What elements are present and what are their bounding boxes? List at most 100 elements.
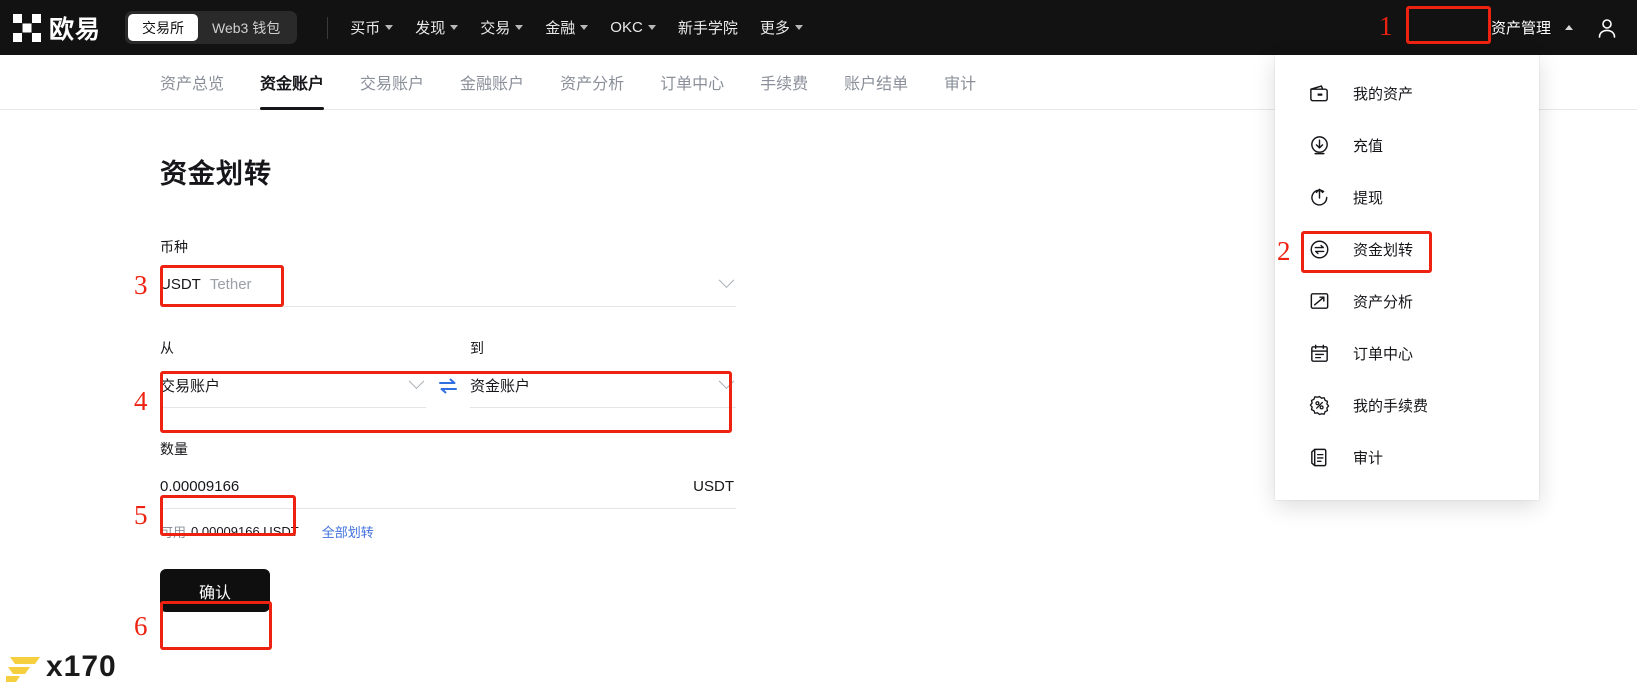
dropdown-label: 审计 <box>1353 447 1383 468</box>
main-nav: 买币 发现 交易 金融 OKC 新手学院 更多 <box>350 17 803 38</box>
amount-label: 数量 <box>160 439 736 459</box>
dropdown-label: 充值 <box>1353 135 1383 156</box>
analytics-chart-icon <box>1308 290 1331 313</box>
nav-item-trade[interactable]: 交易 <box>480 17 523 38</box>
account-labels: 从 到 <box>160 338 736 364</box>
transfer-swap-icon <box>1308 238 1331 261</box>
dropdown-item-withdraw[interactable]: 提现 <box>1275 171 1539 223</box>
currency-field[interactable]: USDT Tether <box>160 263 736 307</box>
tab-audit[interactable]: 审计 <box>944 55 976 110</box>
wallet-icon <box>1308 82 1331 105</box>
dropdown-item-asset-analysis[interactable]: 资产分析 <box>1275 275 1539 327</box>
transfer-form: 资金划转 币种 USDT Tether 从 到 <box>160 110 736 612</box>
asset-management-dropdown: 我的资产 充值 提现 资金划转 <box>1275 55 1539 500</box>
segment-web3-wallet[interactable]: Web3 钱包 <box>198 14 294 41</box>
segment-exchange[interactable]: 交易所 <box>128 14 198 41</box>
amount-group: 数量 0.00009166 USDT 可用 0.00009166 USDT 全部… <box>160 439 736 541</box>
from-label: 从 <box>160 338 470 358</box>
nav-label: 新手学院 <box>678 17 738 38</box>
available-value: 0.00009166 USDT <box>191 524 299 539</box>
nav-label: OKC <box>610 19 643 36</box>
watermark-text: x170 <box>46 650 117 684</box>
chevron-down-icon <box>385 25 393 30</box>
user-icon[interactable] <box>1595 16 1619 40</box>
available-label: 可用 <box>160 522 186 541</box>
chevron-down-icon <box>515 25 523 30</box>
nav-label: 交易 <box>480 17 510 38</box>
to-col: 资金账户 <box>470 364 736 408</box>
dropdown-item-audit[interactable]: 审计 <box>1275 431 1539 483</box>
amount-suffix: USDT <box>693 478 734 495</box>
confirm-button[interactable]: 确认 <box>160 569 270 612</box>
nav-item-okc[interactable]: OKC <box>610 19 656 36</box>
order-calendar-icon <box>1308 342 1331 365</box>
from-col: 交易账户 <box>160 364 426 408</box>
tab-account-statement[interactable]: 账户结单 <box>844 55 908 110</box>
chevron-down-icon <box>580 25 588 30</box>
chevron-down-icon <box>719 272 735 288</box>
dropdown-label: 我的手续费 <box>1353 395 1428 416</box>
from-account-select[interactable]: 交易账户 <box>160 364 426 408</box>
currency-group: 币种 USDT Tether <box>160 237 736 307</box>
tab-asset-analysis[interactable]: 资产分析 <box>560 55 624 110</box>
tab-funding-account[interactable]: 资金账户 <box>260 55 324 110</box>
nav-label: 发现 <box>415 17 445 38</box>
from-account-value: 交易账户 <box>160 375 220 396</box>
dropdown-item-fund-transfer[interactable]: 资金划转 <box>1275 223 1539 275</box>
annotation-number-6: 6 <box>134 613 148 640</box>
nav-item-academy[interactable]: 新手学院 <box>678 17 738 38</box>
watermark-f-logo-icon <box>6 651 44 683</box>
tab-trading-account[interactable]: 交易账户 <box>360 55 424 110</box>
dropdown-label: 订单中心 <box>1353 343 1413 364</box>
swap-accounts-button[interactable] <box>426 364 470 408</box>
currency-value: USDT <box>160 276 201 293</box>
brand-logo[interactable]: 欧易 <box>12 10 101 46</box>
product-segmented-control: 交易所 Web3 钱包 <box>125 11 297 44</box>
nav-label: 买币 <box>350 17 380 38</box>
amount-value: 0.00009166 <box>160 478 239 495</box>
chevron-down-icon <box>795 25 803 30</box>
currency-fullname: Tether <box>210 276 252 293</box>
dropdown-item-my-fees[interactable]: 我的手续费 <box>1275 379 1539 431</box>
to-account-select[interactable]: 资金账户 <box>470 364 736 408</box>
account-row: 交易账户 资金账户 <box>160 364 736 408</box>
chevron-down-icon <box>719 373 735 389</box>
dropdown-label: 提现 <box>1353 187 1383 208</box>
tab-asset-overview[interactable]: 资产总览 <box>160 55 224 110</box>
transfer-all-link[interactable]: 全部划转 <box>322 522 374 541</box>
nav-item-buy-crypto[interactable]: 买币 <box>350 17 393 38</box>
dropdown-label: 资金划转 <box>1353 239 1413 260</box>
to-account-value: 资金账户 <box>470 375 530 396</box>
page-title: 资金划转 <box>160 152 736 191</box>
tab-list: 资产总览 资金账户 交易账户 金融账户 资产分析 订单中心 手续费 账户结单 审… <box>160 55 976 110</box>
dropdown-item-deposit[interactable]: 充值 <box>1275 119 1539 171</box>
nav-label: 金融 <box>545 17 575 38</box>
deposit-arrow-down-icon <box>1308 134 1331 157</box>
currency-label: 币种 <box>160 237 736 257</box>
account-group: 从 到 交易账户 <box>160 338 736 408</box>
tab-fees[interactable]: 手续费 <box>760 55 808 110</box>
chevron-down-icon <box>450 25 458 30</box>
chevron-down-icon <box>409 373 425 389</box>
nav-item-more[interactable]: 更多 <box>760 17 803 38</box>
chevron-up-icon <box>1565 25 1573 30</box>
header-right-group: 资产管理 <box>1485 0 1637 55</box>
audit-document-icon <box>1308 446 1331 469</box>
dropdown-item-order-center[interactable]: 订单中心 <box>1275 327 1539 379</box>
to-label: 到 <box>470 338 484 358</box>
tab-order-center[interactable]: 订单中心 <box>660 55 724 110</box>
nav-item-finance[interactable]: 金融 <box>545 17 588 38</box>
withdraw-arrow-up-icon <box>1308 186 1331 209</box>
nav-label: 更多 <box>760 17 790 38</box>
dropdown-label: 资产分析 <box>1353 291 1413 312</box>
amount-field[interactable]: 0.00009166 USDT <box>160 465 736 509</box>
swap-arrows-icon <box>437 375 459 397</box>
asset-management-menu[interactable]: 资产管理 <box>1485 13 1557 42</box>
tab-financial-account[interactable]: 金融账户 <box>460 55 524 110</box>
okx-checker-logo-icon <box>12 13 42 43</box>
dropdown-item-my-assets[interactable]: 我的资产 <box>1275 67 1539 119</box>
dropdown-label: 我的资产 <box>1353 83 1413 104</box>
nav-item-discover[interactable]: 发现 <box>415 17 458 38</box>
app-root: 欧易 交易所 Web3 钱包 买币 发现 交易 金融 <box>0 0 1637 692</box>
chevron-down-icon <box>648 25 656 30</box>
